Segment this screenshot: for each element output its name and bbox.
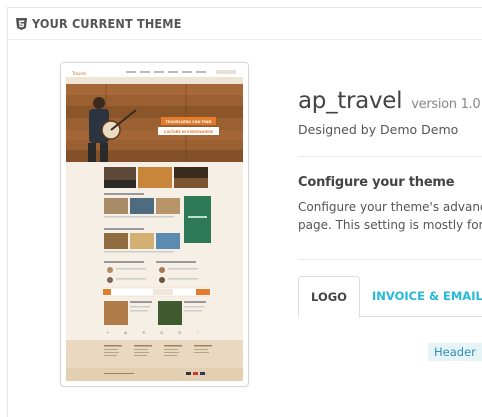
tab-invoice-email-logo[interactable]: INVOICE & EMAIL LO bbox=[372, 276, 482, 316]
theme-preview-thumbnail: Travels TRAVELLERS CAN FIND CULTURE IN E… bbox=[66, 68, 243, 381]
theme-config-tabs: LOGO INVOICE & EMAIL LO bbox=[298, 276, 482, 318]
theme-version: version 1.0 bbox=[411, 97, 481, 112]
theme-name: ap_travel bbox=[298, 88, 403, 114]
configure-description: Configure your theme's advanced page. Th… bbox=[298, 198, 482, 234]
configure-description-line: Configure your theme's advanced bbox=[298, 200, 482, 214]
divider bbox=[298, 259, 482, 260]
tab-logo[interactable]: LOGO bbox=[298, 276, 360, 318]
configure-description-line: page. This setting is mostly for a bbox=[298, 218, 482, 232]
divider bbox=[298, 156, 482, 157]
svg-text:❖: ❖ bbox=[142, 330, 146, 335]
html5-icon bbox=[16, 17, 27, 30]
configure-title: Configure your theme bbox=[298, 175, 455, 190]
thumb-hero-line2: CULTURE IN EVERYWHERE bbox=[164, 130, 214, 134]
header-label: Header bbox=[428, 343, 482, 361]
panel-heading: YOUR CURRENT THEME bbox=[8, 8, 482, 40]
theme-name-heading: ap_travel version 1.0 bbox=[298, 88, 481, 114]
thumb-hero-line1: TRAVELLERS CAN FIND bbox=[165, 120, 211, 124]
panel-title: YOUR CURRENT THEME bbox=[32, 16, 182, 31]
thumb-logo: Travels bbox=[71, 71, 86, 76]
theme-preview-image[interactable]: Travels TRAVELLERS CAN FIND CULTURE IN E… bbox=[60, 62, 249, 387]
theme-designer: Designed by Demo Demo bbox=[298, 122, 459, 137]
